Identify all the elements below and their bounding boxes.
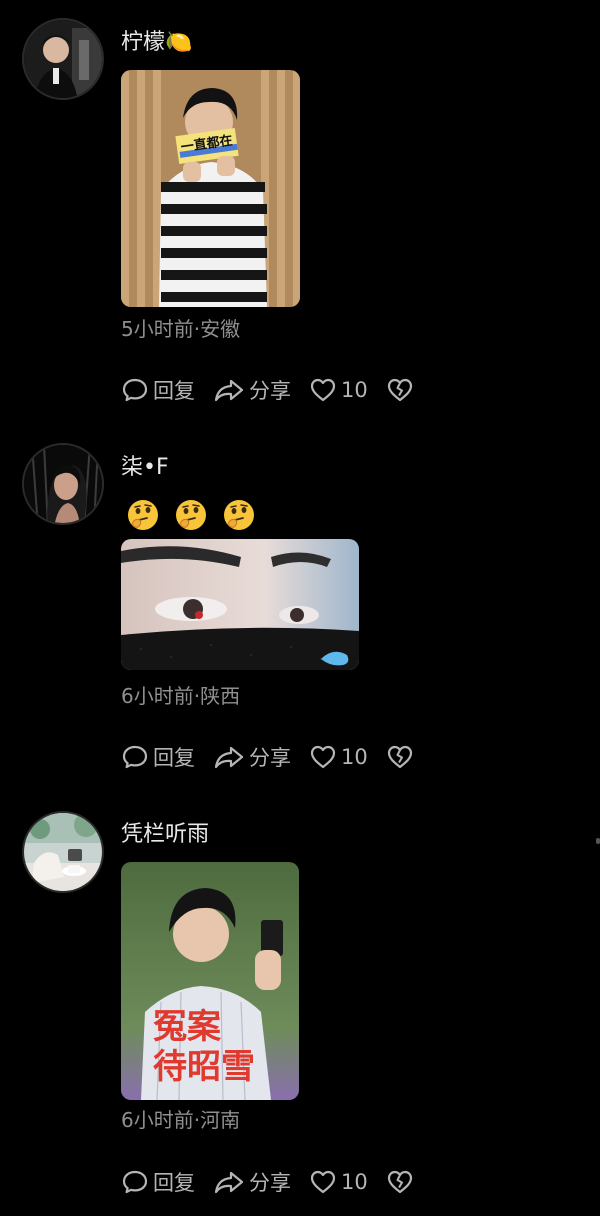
comment-image[interactable]: 一直都在 <box>121 70 300 307</box>
timestamp-location: 6小时前·河南 <box>121 1108 241 1132</box>
action-bar: 回复 分享 10 <box>121 373 432 407</box>
reply-button[interactable]: 回复 <box>121 742 195 772</box>
like-button[interactable]: 10 <box>309 743 368 771</box>
heart-icon <box>310 1170 336 1194</box>
share-button[interactable]: 分享 <box>213 742 291 772</box>
action-bar: 回复 分享 10 <box>121 1165 432 1199</box>
share-label: 分享 <box>249 379 291 403</box>
share-arrow-icon <box>214 379 244 402</box>
thinking-face-emoji <box>224 500 254 530</box>
share-label: 分享 <box>249 1171 291 1195</box>
share-button[interactable]: 分享 <box>213 375 291 405</box>
action-bar: 回复 分享 10 <box>121 740 432 774</box>
like-button[interactable]: 10 <box>309 376 368 404</box>
share-button[interactable]: 分享 <box>213 1167 291 1197</box>
overlay-text: 待昭雪 <box>153 1047 255 1087</box>
reply-label: 回复 <box>153 379 195 403</box>
comment-bubble-icon <box>122 745 148 769</box>
share-arrow-icon <box>214 1171 244 1194</box>
avatar[interactable] <box>22 811 104 893</box>
username[interactable]: 柒•F <box>121 455 169 481</box>
dislike-button[interactable] <box>386 743 414 771</box>
comment-bubble-icon <box>122 378 148 402</box>
broken-heart-icon <box>387 378 412 402</box>
reply-button[interactable]: 回复 <box>121 1167 195 1197</box>
dislike-button[interactable] <box>386 1168 414 1196</box>
comment-image[interactable]: 冤案 待昭雪 <box>121 862 299 1100</box>
like-count: 10 <box>341 1170 368 1194</box>
emoji-row <box>126 498 270 532</box>
avatar[interactable] <box>22 443 104 525</box>
thinking-face-emoji <box>128 500 158 530</box>
scroll-indicator <box>596 838 600 844</box>
timestamp-location: 5小时前·安徽 <box>121 317 241 341</box>
comment-image[interactable] <box>121 539 359 670</box>
reply-button[interactable]: 回复 <box>121 375 195 405</box>
timestamp-location: 6小时前·陕西 <box>121 684 241 708</box>
username[interactable]: 凭栏听雨 <box>121 822 209 848</box>
overlay-text: 冤案 <box>153 1007 222 1047</box>
comment-bubble-icon <box>122 1170 148 1194</box>
like-count: 10 <box>341 745 368 769</box>
share-label: 分享 <box>249 746 291 770</box>
broken-heart-icon <box>387 745 412 769</box>
thinking-face-emoji <box>176 500 206 530</box>
like-button[interactable]: 10 <box>309 1168 368 1196</box>
avatar[interactable] <box>22 18 104 100</box>
reply-label: 回复 <box>153 1171 195 1195</box>
reply-label: 回复 <box>153 746 195 770</box>
share-arrow-icon <box>214 746 244 769</box>
like-count: 10 <box>341 378 368 402</box>
broken-heart-icon <box>387 1170 412 1194</box>
heart-icon <box>310 378 336 402</box>
dislike-button[interactable] <box>386 376 414 404</box>
heart-icon <box>310 745 336 769</box>
username[interactable]: 柠檬🍋 <box>121 30 192 56</box>
